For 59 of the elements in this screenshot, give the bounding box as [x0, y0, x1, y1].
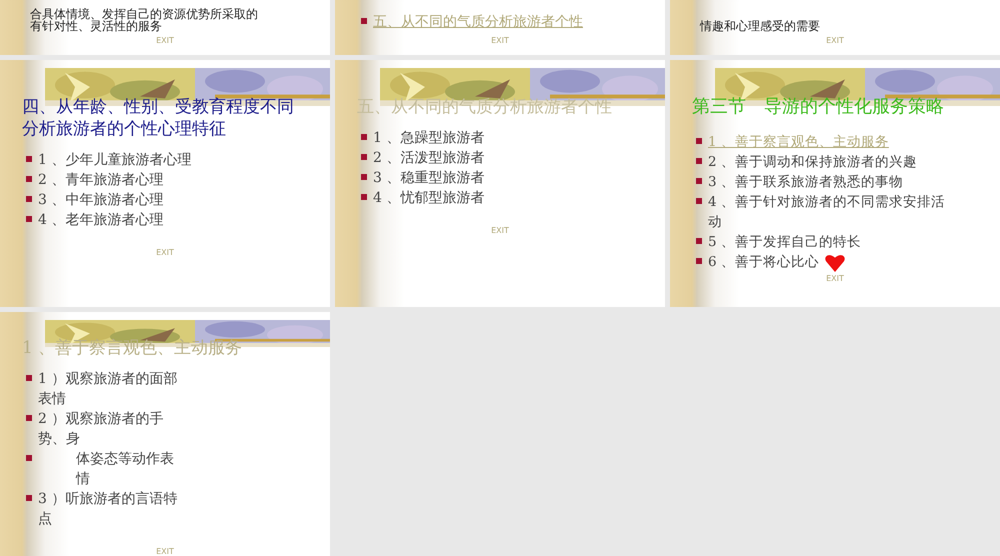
bullet-icon [26, 156, 32, 162]
body-text: 有针对性、灵活性的服务 [30, 20, 162, 32]
slide[interactable]: 五、从不同的气质分析旅游者个性 EXIT [335, 0, 665, 55]
bullet-text: 3 、中年旅游者心理 [38, 191, 164, 210]
slide-title: 第三节 导游的个性化服务策略 [692, 96, 945, 118]
bullet-icon [26, 375, 32, 381]
bullet-text: 2 、活泼型旅游者 [373, 149, 484, 168]
exit-link[interactable]: EXIT [156, 36, 174, 45]
bullet-icon [361, 194, 367, 200]
bullet-icon [26, 455, 32, 461]
bullet-text: 4 、老年旅游者心理 [38, 211, 164, 230]
body-text: 情趣和心理感受的需要 [700, 20, 821, 32]
bullet-icon [696, 238, 702, 244]
slide[interactable]: 情趣和心理感受的需要 EXIT [670, 0, 1000, 55]
slide[interactable]: 第三节 导游的个性化服务策略 1 、善于察言观色、主动服务 2 、善于调动和保持旅游者的兴趣 3 、善于联系旅游者熟悉的事物 4 、善于针对旅游者的不同需求安排活动 5 、善于发挥自己的特长 6 、善于将心比心 EXIT [670, 60, 1000, 307]
slide-title: 五、从不同的气质分析旅游者个性 [357, 96, 613, 118]
bullet-icon [361, 154, 367, 160]
bullet-icon [696, 178, 702, 184]
bullet-icon [361, 174, 367, 180]
bullet-text: 体姿态等动作表情 [74, 450, 175, 489]
bullet-icon [26, 196, 32, 202]
body-text: 合具体情境、发挥自己的资源优势所采取的 [30, 8, 259, 20]
bullet-text: 3 ）听旅游者的言语特点 [38, 490, 178, 529]
bullet-icon [361, 134, 367, 140]
bullet-text: 3 、稳重型旅游者 [373, 169, 484, 188]
bullet-text: 2 、善于调动和保持旅游者的兴趣 [708, 153, 917, 172]
bullet-icon [696, 138, 702, 144]
slide-title: 1 、善于察言观色、主动服务 [22, 337, 244, 359]
exit-link[interactable]: EXIT [491, 226, 509, 235]
exit-link[interactable]: EXIT [491, 36, 509, 45]
slide[interactable]: 五、从不同的气质分析旅游者个性 1 、急躁型旅游者 2 、活泼型旅游者 3 、稳重型旅游者 4 、忧郁型旅游者 EXIT [335, 60, 665, 307]
exit-link[interactable]: EXIT [826, 274, 844, 283]
slide-link[interactable]: 五、从不同的气质分析旅游者个性 [373, 12, 583, 32]
bullet-text: 4 、善于针对旅游者的不同需求安排活动 [708, 193, 946, 232]
slide[interactable]: 四、从年龄、性别、受教育程度不同分析旅游者的个性心理特征 1 、少年儿童旅游者心理 2 、青年旅游者心理 3 、中年旅游者心理 4 、老年旅游者心理 EXIT [0, 60, 330, 307]
bullet-text: 1 、少年儿童旅游者心理 [38, 151, 192, 170]
bullet-text: 1 ）观察旅游者的面部表情 [38, 370, 178, 409]
exit-link[interactable]: EXIT [156, 547, 174, 556]
bullet-text: 3 、善于联系旅游者熟悉的事物 [708, 173, 903, 192]
bullet-text: 1 、急躁型旅游者 [373, 129, 484, 148]
bullet-text: 6 、善于将心比心 [708, 253, 819, 272]
bullet-text: 2 、青年旅游者心理 [38, 171, 164, 190]
bullet-icon [26, 495, 32, 501]
bullet-text: 2 ）观察旅游者的手势、身 [38, 410, 164, 449]
slide-link[interactable]: 1 、善于察言观色、主动服务 [708, 132, 889, 152]
bullet-icon [26, 415, 32, 421]
bullet-icon [696, 258, 702, 264]
slide[interactable]: 1 、善于察言观色、主动服务 1 ）观察旅游者的面部表情 2 ）观察旅游者的手势、身 体姿态等动作表情 3 ）听旅游者的言语特点 EXIT [0, 312, 330, 556]
bullet-icon [696, 198, 702, 204]
bullet-icon [26, 176, 32, 182]
bullet-icon [26, 216, 32, 222]
bullet-text: 5 、善于发挥自己的特长 [708, 233, 861, 252]
exit-link[interactable]: EXIT [156, 248, 174, 257]
bullet-text: 4 、忧郁型旅游者 [373, 189, 484, 208]
bullet-icon [361, 18, 367, 24]
slide-title: 四、从年龄、性别、受教育程度不同分析旅游者的个性心理特征 [22, 96, 295, 140]
slide[interactable]: 合具体情境、发挥自己的资源优势所采取的 有针对性、灵活性的服务 EXIT [0, 0, 330, 55]
exit-link[interactable]: EXIT [826, 36, 844, 45]
bullet-icon [696, 158, 702, 164]
